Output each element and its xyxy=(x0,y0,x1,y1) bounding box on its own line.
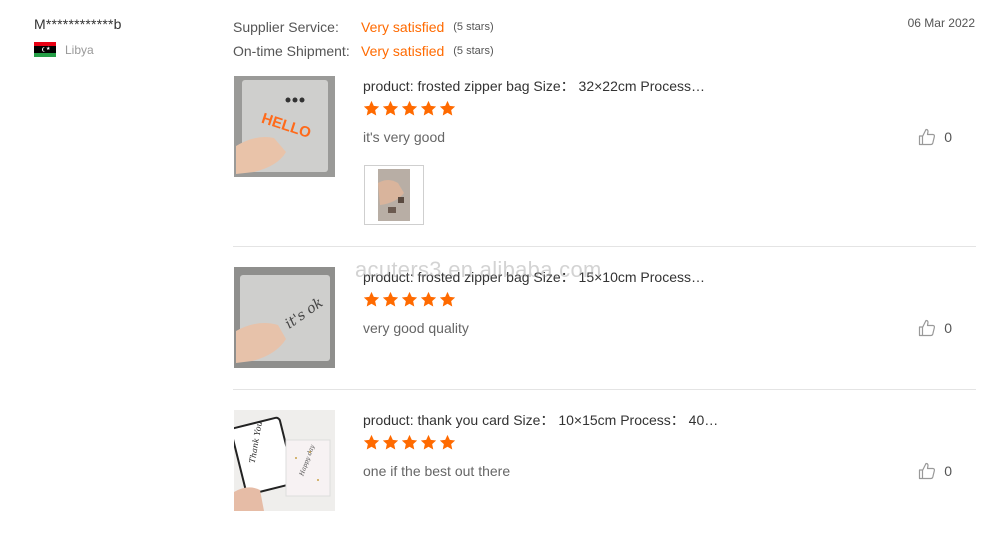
rating-label: Supplier Service: xyxy=(233,19,339,35)
libya-flag-icon: ★ xyxy=(34,42,56,57)
star-icon xyxy=(420,291,437,307)
review-comment: one if the best out there xyxy=(363,463,511,479)
star-icon xyxy=(439,100,456,116)
like-count: 0 xyxy=(944,320,952,336)
star-icon xyxy=(420,100,437,116)
review-star-rating xyxy=(363,434,456,451)
rating-stars-text: (5 stars) xyxy=(453,45,494,57)
reviewer-name: M************b xyxy=(34,16,122,32)
rating-value: Very satisfied xyxy=(361,19,445,35)
reviewer-country-row: ★ Libya xyxy=(34,42,122,57)
review-item: HELLO product: frosted zipper bag Size： … xyxy=(233,76,976,247)
rating-value: Very satisfied xyxy=(361,43,445,59)
product-title[interactable]: product: thank you card Size： 10×15cm Pr… xyxy=(363,410,718,430)
star-icon xyxy=(420,434,437,450)
like-button[interactable]: 0 xyxy=(918,462,952,480)
thumbs-up-icon xyxy=(919,128,936,146)
star-icon xyxy=(401,291,418,307)
thumbs-up-icon xyxy=(919,319,936,337)
product-thumbnail[interactable]: it's ok xyxy=(234,267,335,368)
rating-label: On-time Shipment: xyxy=(233,43,350,59)
review-star-rating xyxy=(363,100,456,117)
star-icon xyxy=(382,434,399,450)
review-comment: it's very good xyxy=(363,129,446,145)
review-comment: very good quality xyxy=(363,320,469,336)
star-icon xyxy=(363,100,380,116)
review-item: it's ok product: frosted zipper bag Size… xyxy=(233,267,976,390)
star-icon xyxy=(439,291,456,307)
product-title[interactable]: product: frosted zipper bag Size： 15×10c… xyxy=(363,267,705,287)
star-icon xyxy=(382,100,399,116)
review-date: 06 Mar 2022 xyxy=(907,16,975,30)
like-count: 0 xyxy=(944,463,952,479)
star-icon xyxy=(401,100,418,116)
rating-row-supplier-service: Supplier Service: Very satisfied (5 star… xyxy=(233,15,494,39)
product-thumbnail[interactable]: HELLO xyxy=(234,76,335,177)
reviewer-country: Libya xyxy=(65,42,94,57)
product-thumbnail[interactable]: Thank You Happy day xyxy=(234,410,335,511)
rating-row-on-time-shipment: On-time Shipment: Very satisfied (5 star… xyxy=(233,39,494,63)
star-icon xyxy=(382,291,399,307)
reviewer-info: M************b ★ Libya xyxy=(34,16,122,57)
supplier-ratings: Supplier Service: Very satisfied (5 star… xyxy=(233,15,494,63)
star-icon xyxy=(363,291,380,307)
product-title[interactable]: product: frosted zipper bag Size： 32×22c… xyxy=(363,76,705,96)
review-attachment-image[interactable] xyxy=(364,165,424,225)
star-icon xyxy=(401,434,418,450)
star-icon xyxy=(439,434,456,450)
like-button[interactable]: 0 xyxy=(918,319,952,337)
review-item: Thank You Happy day product: thank you c… xyxy=(233,410,976,520)
review-star-rating xyxy=(363,291,456,308)
like-button[interactable]: 0 xyxy=(918,128,952,146)
rating-stars-text: (5 stars) xyxy=(453,21,494,33)
thumbs-up-icon xyxy=(919,462,936,480)
like-count: 0 xyxy=(944,129,952,145)
star-icon xyxy=(363,434,380,450)
